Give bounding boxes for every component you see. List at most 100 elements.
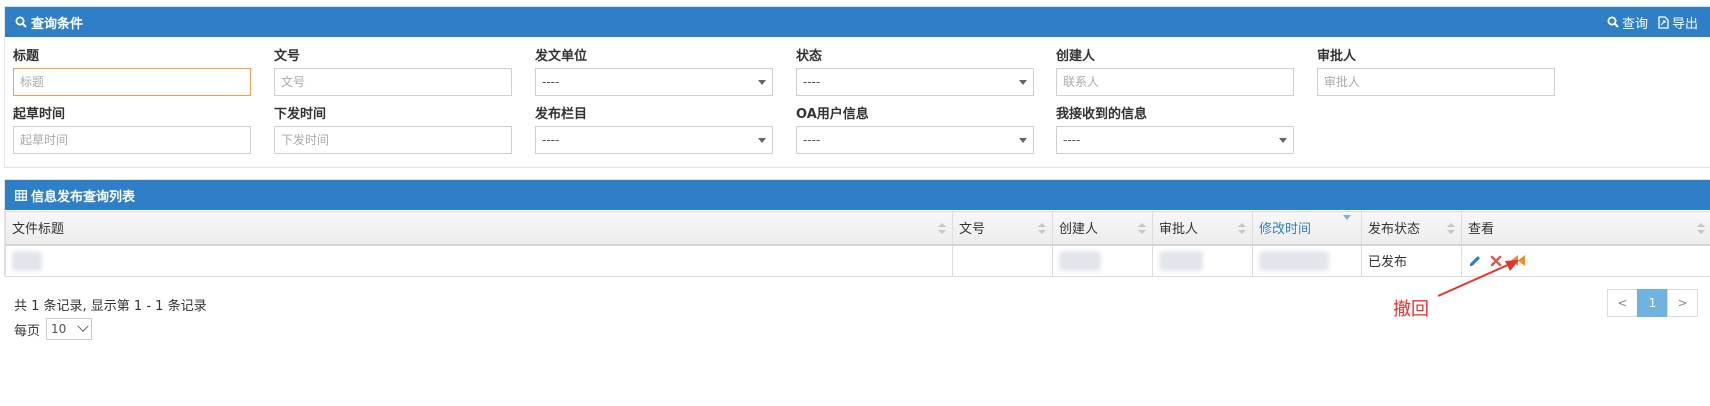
cell-file-title[interactable]	[5, 244, 953, 277]
oa-user-select-value: ----	[803, 133, 821, 147]
per-page-value: 10	[51, 322, 67, 336]
sort-icon	[938, 223, 946, 235]
prev-page-button[interactable]: <	[1607, 289, 1638, 317]
cell-doc-number	[952, 244, 1053, 277]
pagination: < 1 >	[1607, 289, 1698, 317]
draft-time-input[interactable]	[13, 126, 251, 154]
caret-down-icon	[1279, 137, 1287, 143]
column-header-modified-time[interactable]: 修改时间	[1252, 211, 1362, 246]
redacted-text	[12, 250, 42, 271]
received-info-select-value: ----	[1063, 133, 1081, 147]
cell-actions	[1461, 244, 1710, 277]
doc-number-input[interactable]	[274, 68, 512, 96]
field-title: 标题	[13, 48, 251, 96]
column-header-approver[interactable]: 审批人	[1152, 211, 1253, 246]
caret-down-icon	[758, 137, 766, 143]
sort-desc-icon	[1343, 215, 1351, 220]
field-draft-time-label: 起草时间	[13, 107, 66, 122]
issue-time-input[interactable]	[274, 126, 512, 154]
issuing-unit-select[interactable]: ----	[535, 68, 773, 96]
sort-icon	[1238, 223, 1246, 235]
search-panel-title: 查询条件	[31, 16, 84, 32]
field-publish-column: 发布栏目 ----	[535, 106, 773, 154]
per-page-control: 每页 10	[14, 318, 93, 340]
field-received-info-label: 我接收到的信息	[1056, 107, 1148, 122]
field-approver: 审批人	[1317, 48, 1555, 96]
creator-input[interactable]	[1056, 68, 1294, 96]
sort-icon	[1697, 223, 1705, 235]
field-title-label: 标题	[13, 49, 40, 64]
field-oa-user: OA用户信息 ----	[796, 106, 1034, 154]
table-header-row: 文件标题 文号 创建人 审批人 修改时间 发布状态 查看	[5, 211, 1710, 246]
next-page-button[interactable]: >	[1667, 289, 1698, 317]
field-doc-number: 文号	[274, 48, 512, 96]
revoke-backward-icon[interactable]	[1510, 254, 1526, 267]
field-received-info: 我接收到的信息 ----	[1056, 106, 1294, 154]
redacted-text	[1259, 250, 1329, 271]
field-approver-label: 审批人	[1317, 49, 1357, 64]
field-creator-label: 创建人	[1056, 49, 1096, 64]
export-button[interactable]: 导出	[1658, 13, 1698, 32]
page-1-button[interactable]: 1	[1637, 289, 1668, 317]
delete-x-icon[interactable]	[1490, 255, 1502, 267]
caret-down-icon	[1019, 137, 1027, 143]
field-publish-column-label: 发布栏目	[535, 107, 588, 122]
field-status-label: 状态	[796, 49, 823, 64]
per-page-select[interactable]: 10	[46, 318, 93, 340]
list-panel: 信息发布查询列表 文件标题 文号 创建人 审批人 修改时间 发布状态 查看 已发…	[4, 179, 1710, 277]
publish-column-select-value: ----	[542, 133, 560, 147]
field-creator: 创建人	[1056, 48, 1294, 96]
search-icon	[15, 16, 27, 28]
caret-down-icon	[758, 79, 766, 85]
cell-modified-time	[1252, 244, 1362, 277]
cell-creator	[1052, 244, 1153, 277]
field-issuing-unit-label: 发文单位	[535, 49, 588, 64]
field-doc-number-label: 文号	[274, 49, 301, 64]
export-button-label: 导出	[1671, 16, 1698, 32]
title-input[interactable]	[13, 68, 251, 96]
info-table: 文件标题 文号 创建人 审批人 修改时间 发布状态 查看 已发布	[5, 211, 1710, 277]
per-page-label: 每页	[14, 323, 41, 339]
table-grid-icon	[15, 189, 27, 201]
publish-column-select[interactable]: ----	[535, 126, 773, 154]
field-status: 状态 ----	[796, 48, 1034, 96]
status-select-value: ----	[803, 75, 821, 89]
annotation-label: 撤回	[1393, 299, 1429, 320]
cell-approver	[1152, 244, 1253, 277]
field-draft-time: 起草时间	[13, 106, 251, 154]
redacted-text	[1159, 250, 1203, 271]
field-issue-time: 下发时间	[274, 106, 512, 154]
column-header-view[interactable]: 查看	[1461, 211, 1710, 246]
sort-icon	[1138, 223, 1146, 235]
query-button[interactable]: 查询	[1607, 13, 1648, 32]
search-icon	[1607, 16, 1619, 28]
issuing-unit-select-value: ----	[542, 75, 560, 89]
field-issue-time-label: 下发时间	[274, 107, 327, 122]
chevron-down-icon	[77, 320, 89, 332]
edit-pencil-icon[interactable]	[1468, 254, 1482, 268]
field-issuing-unit: 发文单位 ----	[535, 48, 773, 96]
page: 查询条件 查询 导出 标题 标题 文号 文号 发文单位 ---- 状态 ----…	[0, 0, 1710, 406]
search-panel-header: 查询条件 查询 导出	[5, 7, 1710, 37]
column-header-doc-number[interactable]: 文号	[952, 211, 1053, 246]
column-header-publish-status[interactable]: 发布状态	[1361, 211, 1462, 246]
query-button-label: 查询	[1621, 16, 1648, 32]
sort-icon	[1038, 223, 1046, 235]
list-panel-header: 信息发布查询列表	[5, 180, 1710, 210]
redacted-text	[1059, 250, 1101, 271]
field-oa-user-label: OA用户信息	[796, 107, 869, 122]
column-header-file-title[interactable]: 文件标题	[5, 211, 953, 246]
list-panel-title: 信息发布查询列表	[31, 189, 136, 205]
oa-user-select[interactable]: ----	[796, 126, 1034, 154]
table-row: 已发布	[5, 244, 1710, 277]
caret-down-icon	[1019, 79, 1027, 85]
column-header-creator[interactable]: 创建人	[1052, 211, 1153, 246]
received-info-select[interactable]: ----	[1056, 126, 1294, 154]
search-panel: 查询条件 查询 导出 标题 标题 文号 文号 发文单位 ---- 状态 ----…	[4, 6, 1710, 168]
export-file-icon	[1658, 15, 1669, 29]
status-select[interactable]: ----	[796, 68, 1034, 96]
approver-input[interactable]	[1317, 68, 1555, 96]
record-summary: 共 1 条记录, 显示第 1 - 1 条记录	[14, 299, 207, 314]
sort-icon	[1447, 223, 1455, 235]
cell-publish-status: 已发布	[1361, 244, 1462, 277]
